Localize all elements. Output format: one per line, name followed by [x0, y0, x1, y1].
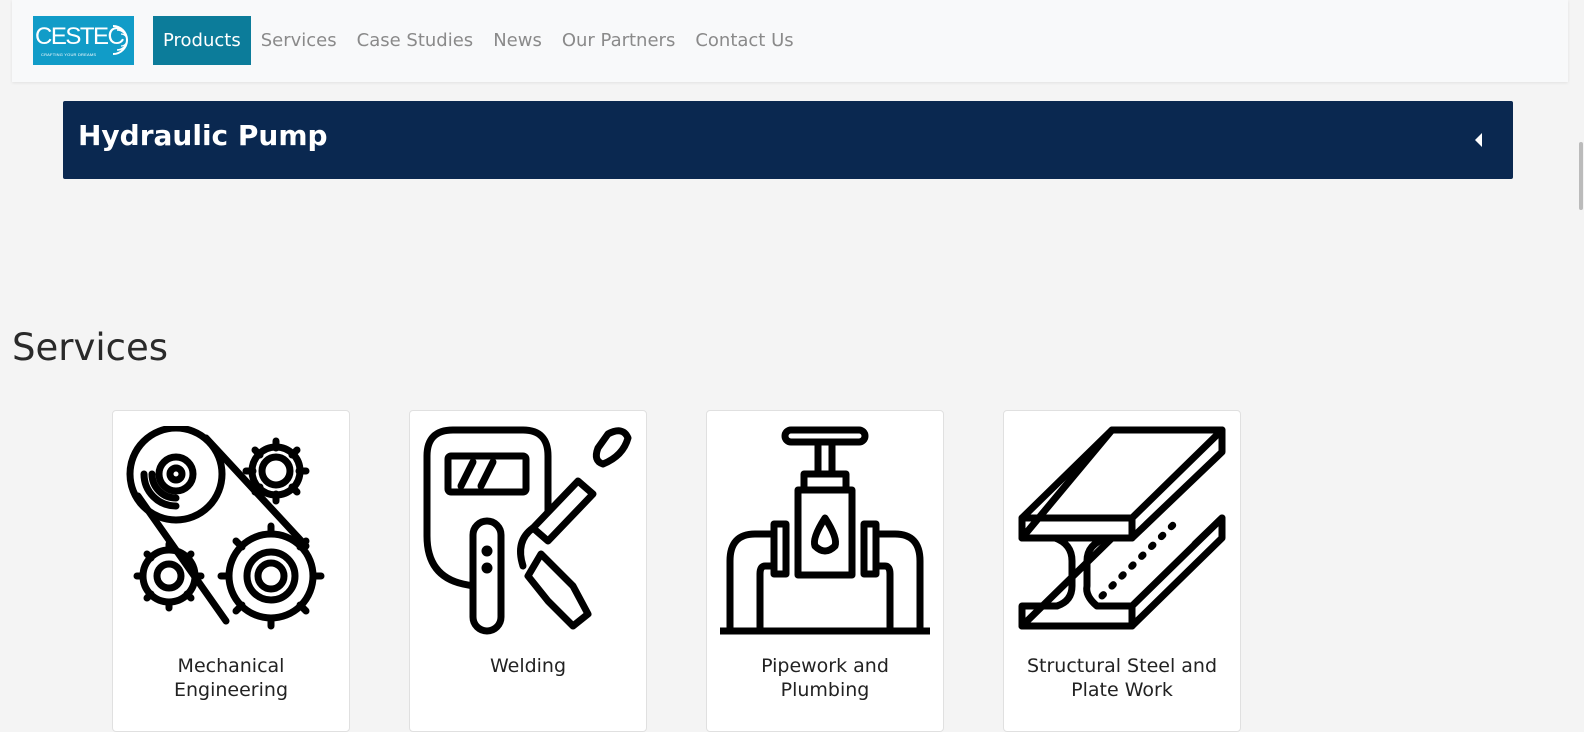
- nav-menu: Products Services Case Studies News Our …: [153, 16, 814, 65]
- welding-mask-torch-icon: [423, 426, 632, 635]
- hydraulic-pump-accordion-header[interactable]: Hydraulic Pump: [63, 101, 1513, 179]
- nav-item-contact-us[interactable]: Contact Us: [695, 16, 793, 65]
- service-card-structural-steel[interactable]: Structural Steel and Plate Work: [1003, 410, 1241, 732]
- brand-logo[interactable]: CESTEC CRAFTING YOUR DREAMS: [33, 16, 134, 65]
- nav-item-our-partners[interactable]: Our Partners: [562, 16, 676, 65]
- accordion-title: Hydraulic Pump: [78, 119, 328, 152]
- services-section-title: Services: [12, 326, 169, 369]
- page-scrollbar[interactable]: [1568, 0, 1584, 716]
- nav-item-products[interactable]: Products: [153, 16, 251, 65]
- scrollbar-thumb[interactable]: [1579, 142, 1583, 210]
- service-card-mechanical-engineering[interactable]: Mechanical Engineering: [112, 410, 350, 732]
- gears-belt-icon: [126, 426, 325, 630]
- service-label: Mechanical Engineering: [174, 655, 288, 701]
- nav-item-case-studies[interactable]: Case Studies: [357, 16, 474, 65]
- steel-beam-icon: [1018, 426, 1226, 630]
- service-label: Welding: [489, 655, 567, 677]
- nav-item-services[interactable]: Services: [261, 16, 337, 65]
- service-label: Structural Steel and Plate Work: [1026, 655, 1218, 701]
- caret-left-icon: [1475, 133, 1482, 147]
- service-label: Pipework and Plumbing: [761, 655, 889, 701]
- service-card-welding[interactable]: Welding: [409, 410, 647, 732]
- service-card-pipework-plumbing[interactable]: Pipework and Plumbing: [706, 410, 944, 732]
- logo-tagline: CRAFTING YOUR DREAMS: [41, 52, 97, 57]
- top-navbar: CESTEC CRAFTING YOUR DREAMS Products Ser…: [12, 0, 1568, 82]
- pipe-valve-icon: [720, 426, 930, 635]
- logo-arc-icon: [112, 25, 128, 55]
- nav-item-news[interactable]: News: [493, 16, 542, 65]
